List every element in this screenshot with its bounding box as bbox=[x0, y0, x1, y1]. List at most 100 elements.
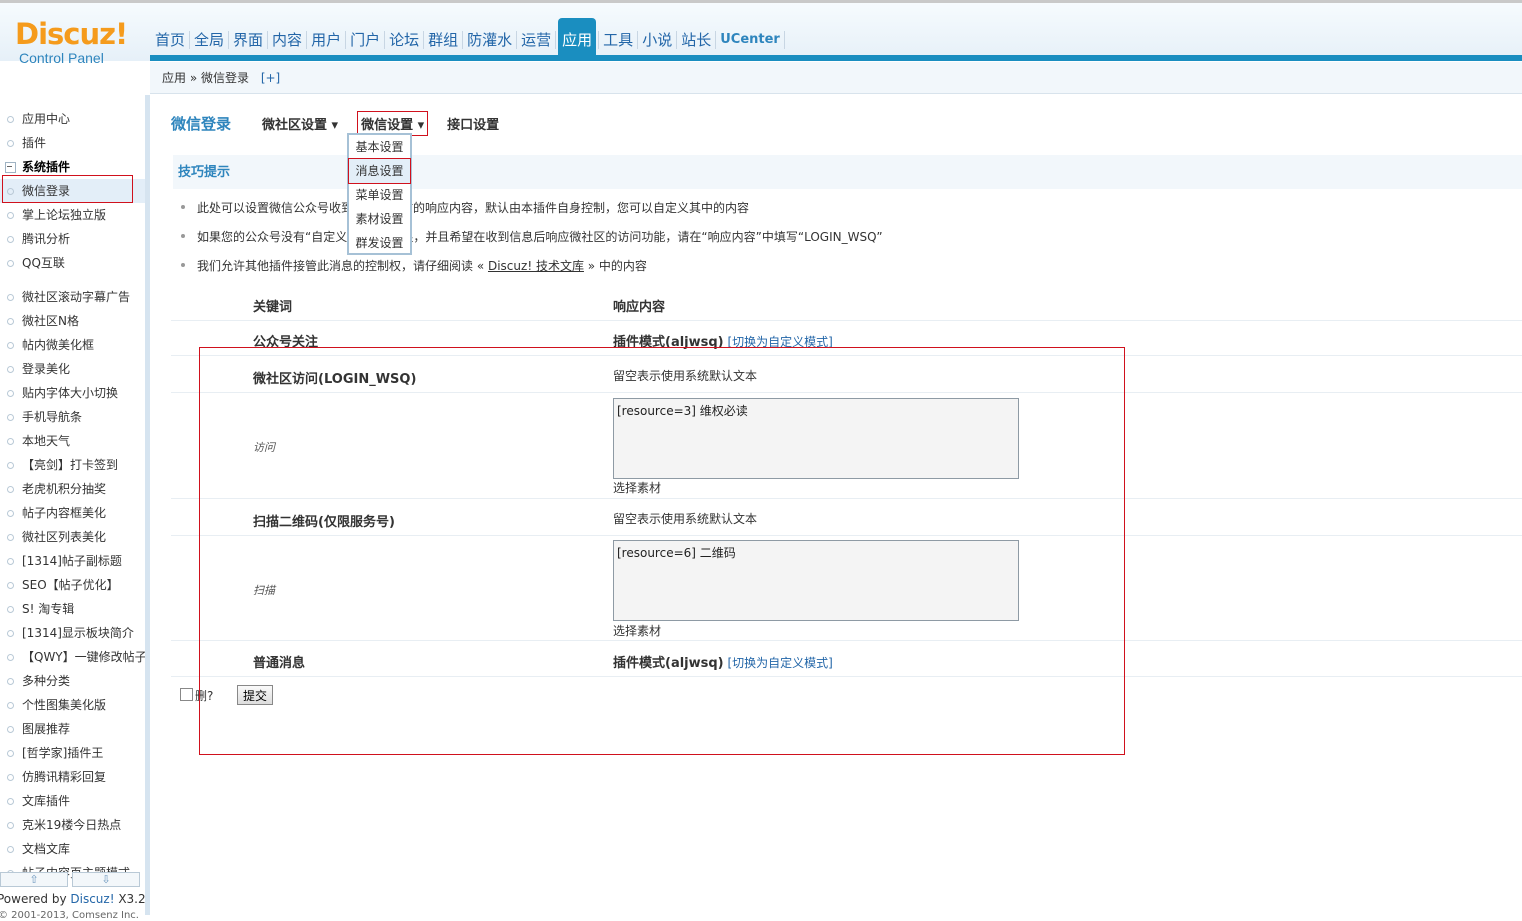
sidebar-item[interactable]: 克米19楼今日热点 bbox=[0, 813, 145, 837]
tip-text-end: » 中的内容 bbox=[583, 259, 647, 273]
sidebar-item[interactable]: 微社区N格 bbox=[0, 309, 145, 333]
nav-item-webmaster[interactable]: 站长 bbox=[679, 18, 713, 55]
table-header-row: 关键词 响应内容 bbox=[171, 284, 1522, 321]
breadcrumb-text: 应用 » 微信登录 bbox=[162, 71, 249, 85]
sidebar-item[interactable]: 插件 bbox=[0, 131, 145, 155]
nav-item-antispam[interactable]: 防灌水 bbox=[465, 18, 514, 55]
nav-separator bbox=[384, 31, 386, 49]
dropdown-item-menu[interactable]: 菜单设置 bbox=[349, 183, 410, 207]
sidebar-item[interactable]: [哲学家]插件王 bbox=[0, 741, 145, 765]
page-title: 微信登录 bbox=[171, 114, 232, 133]
sidebar-item[interactable]: 文档文库 bbox=[0, 837, 145, 861]
delete-checkbox[interactable] bbox=[180, 688, 193, 701]
tip-text: 如果您的公众号没有“自定义菜单”的权限，并且希望在收到信息后响应微社区的访问功能… bbox=[197, 230, 883, 244]
nav-item-apps[interactable]: 应用 bbox=[558, 18, 597, 55]
sidebar-item[interactable]: 微社区滚动字幕广告 bbox=[0, 285, 145, 309]
sidebar-item[interactable]: [1314]显示板块简介 bbox=[0, 621, 145, 645]
nav-separator bbox=[306, 31, 308, 49]
sidebar-item[interactable]: SEO【帖子优化】 bbox=[0, 573, 145, 597]
sidebar-item[interactable]: [1314]帖子副标题 bbox=[0, 549, 145, 573]
tab-community-settings[interactable]: 微社区设置 ▾ bbox=[259, 112, 341, 135]
nav-item-ucenter[interactable]: UCenter bbox=[718, 18, 782, 55]
nav-separator bbox=[715, 31, 717, 49]
sidebar-item[interactable]: 贴内字体大小切换 bbox=[0, 381, 145, 405]
nav-item-global[interactable]: 全局 bbox=[192, 18, 226, 55]
nav-separator bbox=[555, 31, 557, 49]
powered-prefix: Powered by bbox=[0, 892, 71, 906]
selected-item-highlight bbox=[2, 175, 133, 203]
wechat-settings-dropdown: 基本设置 消息设置 菜单设置 素材设置 群发设置 bbox=[347, 133, 412, 255]
nav-item-group[interactable]: 群组 bbox=[426, 18, 460, 55]
logo-subtitle: Control Panel bbox=[19, 50, 104, 66]
nav-separator bbox=[423, 31, 425, 49]
sidebar-item[interactable]: S! 淘专辑 bbox=[0, 597, 145, 621]
sidebar-item[interactable]: 帖内微美化框 bbox=[0, 333, 145, 357]
nav-separator bbox=[267, 31, 269, 49]
sidebar-item[interactable]: 老虎机积分抽奖 bbox=[0, 477, 145, 501]
column-keyword: 关键词 bbox=[253, 300, 293, 315]
nav-item-content[interactable]: 内容 bbox=[270, 18, 304, 55]
sidebar-item[interactable]: 【亮剑】打卡签到 bbox=[0, 453, 145, 477]
nav-item-user[interactable]: 用户 bbox=[309, 18, 343, 55]
scroll-down-button[interactable]: ⇩ bbox=[72, 872, 140, 887]
tip-item: 我们允许其他插件接管此消息的控制权，请仔细阅读 « Discuz! 技术文库 »… bbox=[181, 257, 647, 274]
sidebar-item[interactable]: 帖子内容框美化 bbox=[0, 501, 145, 525]
logo-brand: Discuz! bbox=[15, 17, 128, 51]
copyright: © 2001-2013, Comsenz Inc. bbox=[0, 910, 139, 921]
sidebar-item[interactable]: 掌上论坛独立版 bbox=[0, 203, 145, 227]
main-content: 微信登录 微社区设置 ▾ 微信设置 ▾ 接口设置 技巧提示 此处可以设置微信公众… bbox=[155, 95, 1522, 915]
sidebar-item[interactable]: 应用中心 bbox=[0, 107, 145, 131]
tip-text: 此处可以设置微信公众号收到特定消息时的响应内容，默认由本插件自身控制，您可以自定… bbox=[197, 201, 750, 215]
nav-separator bbox=[516, 31, 518, 49]
sidebar-item[interactable]: 登录美化 bbox=[0, 357, 145, 381]
dropdown-item-message[interactable]: 消息设置 bbox=[348, 158, 411, 184]
powered-by: Powered by Discuz! X3.2 bbox=[0, 892, 146, 906]
nav-item-tools[interactable]: 工具 bbox=[601, 18, 635, 55]
tab-wechat-settings[interactable]: 微信设置 ▾ bbox=[357, 110, 429, 136]
column-response: 响应内容 bbox=[613, 300, 666, 315]
nav-item-operation[interactable]: 运营 bbox=[519, 18, 553, 55]
dropdown-item-broadcast[interactable]: 群发设置 bbox=[349, 231, 410, 255]
dropdown-item-basic[interactable]: 基本设置 bbox=[349, 135, 410, 159]
nav-item-novel[interactable]: 小说 bbox=[640, 18, 674, 55]
top-nav: 首页 全局 界面 内容 用户 门户 论坛 群组 防灌水 运营 应用 工具 小说 … bbox=[153, 18, 787, 55]
sidebar-item[interactable]: QQ互联 bbox=[0, 251, 145, 275]
header-bar bbox=[150, 55, 1522, 61]
nav-item-home[interactable]: 首页 bbox=[153, 18, 187, 55]
sidebar-item[interactable]: 仿腾讯精彩回复 bbox=[0, 765, 145, 789]
nav-separator bbox=[345, 31, 347, 49]
sidebar: 应用中心 插件 系统插件 微信登录 掌上论坛独立版 腾讯分析 QQ互联 微社区滚动字幕广告 微社… bbox=[0, 95, 150, 915]
nav-item-forum[interactable]: 论坛 bbox=[387, 18, 421, 55]
tip-text: 我们允许其他插件接管此消息的控制权，请仔细阅读 « bbox=[197, 259, 488, 273]
breadcrumb-add-button[interactable]: [+] bbox=[261, 71, 280, 85]
tech-library-link[interactable]: Discuz! 技术文库 bbox=[488, 259, 584, 273]
sidebar-item[interactable]: 多种分类 bbox=[0, 669, 145, 693]
nav-separator bbox=[228, 31, 230, 49]
tip-item: 如果您的公众号没有“自定义菜单”的权限，并且希望在收到信息后响应微社区的访问功能… bbox=[181, 228, 883, 245]
sidebar-item[interactable]: 腾讯分析 bbox=[0, 227, 145, 251]
sidebar-item[interactable]: 手机导航条 bbox=[0, 405, 145, 429]
logo[interactable]: Discuz! Control Panel bbox=[15, 18, 135, 74]
sidebar-item[interactable]: 文库插件 bbox=[0, 789, 145, 813]
nav-separator bbox=[637, 31, 639, 49]
sub-tabs: 微信登录 微社区设置 ▾ 微信设置 ▾ 接口设置 bbox=[171, 110, 518, 136]
nav-separator bbox=[783, 31, 785, 49]
nav-item-portal[interactable]: 门户 bbox=[348, 18, 382, 55]
sidebar-item[interactable]: 本地天气 bbox=[0, 429, 145, 453]
sidebar-item[interactable]: 微社区列表美化 bbox=[0, 525, 145, 549]
powered-brand[interactable]: Discuz! bbox=[70, 892, 114, 906]
breadcrumb: 应用 » 微信登录 [+] bbox=[150, 62, 1522, 94]
tab-interface-settings[interactable]: 接口设置 bbox=[444, 112, 502, 135]
nav-separator bbox=[598, 31, 600, 49]
sidebar-item[interactable]: 个性图集美化版 bbox=[0, 693, 145, 717]
sidebar-item[interactable]: 【QWY】一键修改帖子 bbox=[0, 645, 145, 669]
powered-version: X3.2 bbox=[114, 892, 146, 906]
sidebar-item[interactable]: 图展推荐 bbox=[0, 717, 145, 741]
nav-item-style[interactable]: 界面 bbox=[231, 18, 265, 55]
tip-item: 此处可以设置微信公众号收到特定消息时的响应内容，默认由本插件自身控制，您可以自定… bbox=[180, 199, 750, 216]
nav-separator bbox=[462, 31, 464, 49]
sidebar-menu: 应用中心 插件 系统插件 微信登录 掌上论坛独立版 腾讯分析 QQ互联 微社区滚动字幕广告 微社… bbox=[0, 95, 145, 885]
nav-separator bbox=[189, 31, 191, 49]
scroll-up-button[interactable]: ⇧ bbox=[0, 872, 68, 887]
dropdown-item-material[interactable]: 素材设置 bbox=[349, 207, 410, 231]
